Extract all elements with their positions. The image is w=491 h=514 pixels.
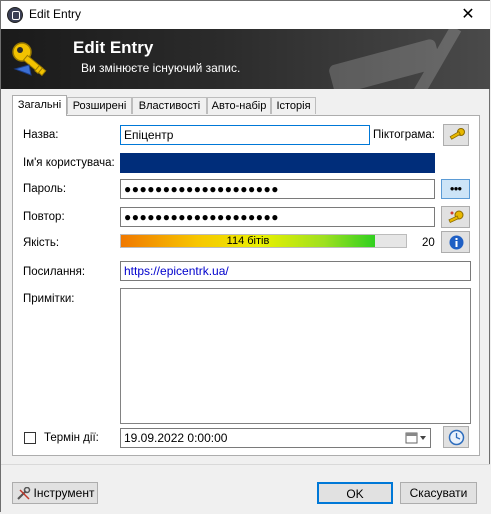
quality-length: 20 c [422, 237, 436, 249]
generator-icon [448, 210, 464, 224]
expiry-checkbox[interactable] [24, 432, 36, 444]
url-input[interactable]: https://epicentrk.ua/ [120, 261, 471, 281]
icon-label: Піктограма: [373, 129, 435, 141]
app-lock-icon [7, 7, 23, 23]
repeat-label: Повтор: [23, 211, 65, 223]
close-icon[interactable]: ✕ [446, 1, 490, 29]
entry-icon-button[interactable] [443, 124, 469, 146]
tab-properties[interactable]: Властивості [132, 97, 207, 114]
general-tab-panel: Назва: Епіцентр Піктограма: Ім'я користу… [12, 115, 480, 456]
show-password-button[interactable]: ●●● [441, 179, 470, 199]
repeat-password-input[interactable]: ●●●●●●●●●●●●●●●●●●●● [120, 207, 435, 227]
tools-icon [17, 487, 31, 500]
password-input[interactable]: ●●●●●●●●●●●●●●●●●●●● [120, 179, 435, 199]
username-label: Ім'я користувача: [23, 157, 115, 169]
calendar-icon[interactable] [405, 432, 427, 444]
username-input[interactable] [120, 153, 435, 173]
quality-info-button[interactable] [441, 231, 470, 253]
window-title: Edit Entry [29, 7, 82, 21]
banner-watermark-icon [329, 29, 462, 89]
entry-icon-key [449, 128, 465, 140]
quality-label: Якість: [23, 237, 60, 249]
title-bar: Edit Entry ✕ [1, 1, 490, 29]
url-label: Посилання: [23, 266, 86, 278]
expiry-date-input[interactable]: 19.09.2022 0:00:00 [120, 428, 431, 448]
ok-button[interactable]: OK [317, 482, 393, 504]
password-quality-bar: 114 бітів [120, 234, 407, 248]
tools-button[interactable]: Інструмент [12, 482, 98, 504]
notes-label: Примітки: [23, 293, 75, 305]
tab-history[interactable]: Історія [271, 97, 316, 114]
expiry-label: Термін дії: [44, 432, 99, 444]
password-label: Пароль: [23, 183, 67, 195]
tab-general[interactable]: Загальні [12, 95, 67, 116]
expiry-date-text: 19.09.2022 0:00:00 [124, 431, 228, 445]
quality-text: 114 бітів [226, 235, 270, 247]
clock-icon [448, 429, 465, 446]
expiry-preset-button[interactable] [443, 426, 469, 448]
tab-autotype[interactable]: Авто-набір [207, 97, 271, 114]
info-icon [449, 235, 464, 250]
tools-button-label: Інструмент [33, 486, 95, 500]
tab-advanced[interactable]: Розширені [67, 97, 132, 114]
title-input[interactable]: Епіцентр [120, 125, 370, 145]
key-icon [12, 42, 47, 77]
notes-textarea[interactable] [120, 288, 471, 424]
banner: Edit Entry Ви змінюєте існуючий запис. [1, 29, 490, 89]
cancel-button[interactable]: Скасувати [400, 482, 477, 504]
edit-entry-window: Edit Entry ✕ Edit Entry Ви змінюєте існу… [0, 0, 490, 514]
title-label: Назва: [23, 129, 59, 141]
password-generator-button[interactable] [441, 206, 470, 228]
banner-title: Edit Entry [73, 38, 154, 57]
banner-subtitle: Ви змінюєте існуючий запис. [81, 61, 241, 75]
dialog-footer: Інструмент OK Скасувати [1, 464, 490, 514]
